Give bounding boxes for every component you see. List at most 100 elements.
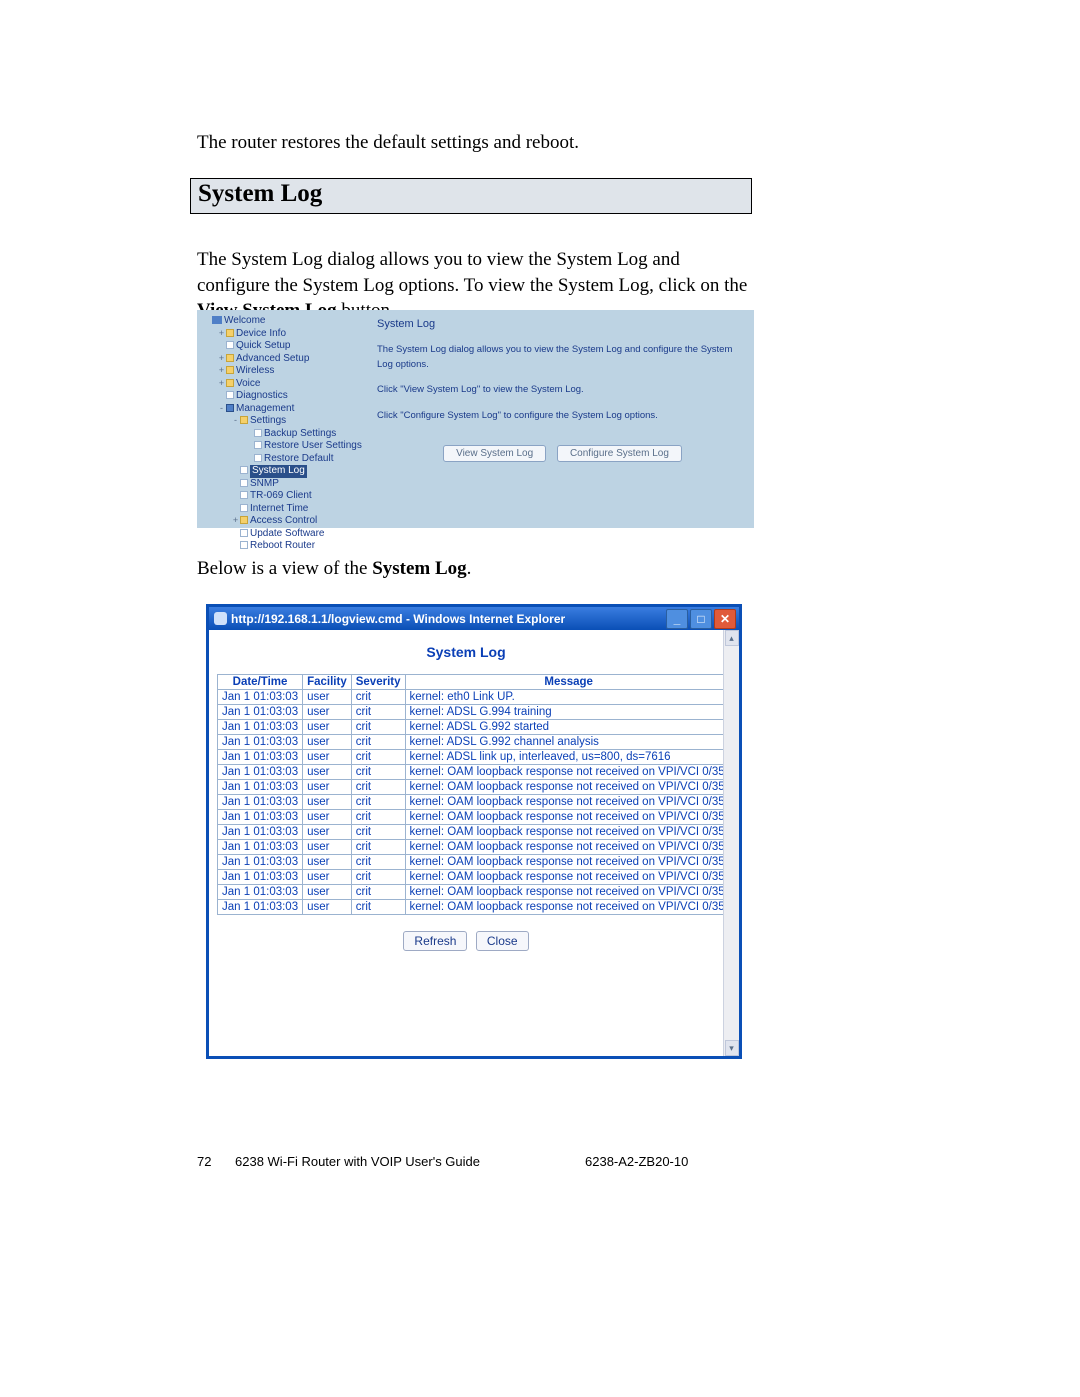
nav-label: Advanced Setup: [236, 353, 309, 364]
nav-item[interactable]: -Settings: [203, 415, 373, 428]
log-cell-sev: crit: [351, 885, 405, 900]
log-cell-fac: user: [303, 690, 352, 705]
log-cell-sev: crit: [351, 870, 405, 885]
nav-item[interactable]: +Wireless: [203, 365, 373, 378]
table-row: Jan 1 01:03:03usercritkernel: OAM loopba…: [218, 825, 724, 840]
expand-toggle[interactable]: -: [217, 403, 226, 414]
log-cell-dt: Jan 1 01:03:03: [218, 690, 303, 705]
nav-label: TR-069 Client: [250, 490, 312, 501]
configure-system-log-button[interactable]: Configure System Log: [557, 445, 682, 462]
log-cell-dt: Jan 1 01:03:03: [218, 810, 303, 825]
log-cell-sev: crit: [351, 735, 405, 750]
nav-item[interactable]: Reboot Router: [203, 540, 373, 553]
log-cell-dt: Jan 1 01:03:03: [218, 900, 303, 915]
panel-line1: The System Log dialog allows you to view…: [377, 342, 748, 372]
log-cell-msg: kernel: OAM loopback response not receiv…: [405, 900, 723, 915]
nav-item[interactable]: Update Software: [203, 528, 373, 541]
panel-line2: Click "View System Log" to view the Syst…: [377, 382, 748, 397]
nav-item[interactable]: Restore Default: [203, 453, 373, 466]
log-table: Date/TimeFacilitySeverityMessageJan 1 01…: [217, 674, 723, 915]
table-row: Jan 1 01:03:03usercritkernel: OAM loopba…: [218, 780, 724, 795]
para3-bold: System Log: [372, 558, 466, 579]
log-cell-fac: user: [303, 825, 352, 840]
nav-label: Device Info: [236, 328, 286, 339]
window-titlebar: http://192.168.1.1/logview.cmd - Windows…: [209, 607, 739, 630]
log-cell-msg: kernel: OAM loopback response not receiv…: [405, 810, 723, 825]
footer-title: 6238 Wi-Fi Router with VOIP User's Guide: [235, 1154, 480, 1169]
log-cell-fac: user: [303, 705, 352, 720]
scrollbar[interactable]: ▴ ▾: [723, 630, 739, 1056]
page-icon: [240, 466, 248, 474]
nav-item[interactable]: Quick Setup: [203, 340, 373, 353]
scroll-up-button[interactable]: ▴: [725, 630, 739, 646]
table-row: Jan 1 01:03:03usercritkernel: OAM loopba…: [218, 900, 724, 915]
close-button[interactable]: Close: [476, 931, 529, 951]
para3-suffix: .: [467, 558, 472, 579]
log-cell-dt: Jan 1 01:03:03: [218, 885, 303, 900]
view-system-log-button[interactable]: View System Log: [443, 445, 546, 462]
nav-label: Update Software: [250, 528, 325, 539]
log-cell-fac: user: [303, 795, 352, 810]
log-col-header: Severity: [351, 675, 405, 690]
para2-prefix: The System Log dialog allows you to view…: [197, 249, 747, 296]
router-admin-screenshot: Welcome+Device InfoQuick Setup+Advanced …: [197, 310, 754, 528]
nav-item[interactable]: + Advanced Setup: [203, 353, 373, 366]
log-cell-fac: user: [303, 870, 352, 885]
expand-toggle[interactable]: -: [231, 415, 240, 426]
log-cell-dt: Jan 1 01:03:03: [218, 720, 303, 735]
log-cell-msg: kernel: ADSL G.992 channel analysis: [405, 735, 723, 750]
expand-toggle[interactable]: +: [217, 328, 226, 339]
log-cell-msg: kernel: OAM loopback response not receiv…: [405, 765, 723, 780]
page-icon: [254, 454, 262, 462]
nav-item[interactable]: Welcome: [203, 315, 373, 328]
log-cell-fac: user: [303, 840, 352, 855]
log-cell-sev: crit: [351, 690, 405, 705]
nav-item[interactable]: Restore User Settings: [203, 440, 373, 453]
nav-item[interactable]: Backup Settings: [203, 428, 373, 441]
log-cell-sev: crit: [351, 705, 405, 720]
table-row: Jan 1 01:03:03usercritkernel: ADSL G.994…: [218, 705, 724, 720]
nav-item[interactable]: Diagnostics: [203, 390, 373, 403]
log-cell-sev: crit: [351, 765, 405, 780]
expand-toggle[interactable]: +: [231, 515, 240, 526]
nav-item[interactable]: +Voice: [203, 378, 373, 391]
nav-item[interactable]: -Management: [203, 403, 373, 416]
page-icon: [254, 441, 262, 449]
page-icon: [240, 529, 248, 537]
log-cell-fac: user: [303, 900, 352, 915]
minimize-button[interactable]: _: [666, 609, 688, 629]
expand-toggle[interactable]: +: [217, 378, 226, 389]
page-icon: [254, 429, 262, 437]
folder-icon: [226, 379, 234, 387]
log-cell-dt: Jan 1 01:03:03: [218, 870, 303, 885]
nav-item[interactable]: Internet Time: [203, 503, 373, 516]
log-cell-dt: Jan 1 01:03:03: [218, 840, 303, 855]
log-cell-sev: crit: [351, 840, 405, 855]
log-cell-sev: crit: [351, 855, 405, 870]
nav-item[interactable]: TR-069 Client: [203, 490, 373, 503]
window-body: System Log Date/TimeFacilitySeverityMess…: [209, 630, 723, 1056]
folder-sel-icon: [226, 404, 234, 412]
refresh-button[interactable]: Refresh: [403, 931, 467, 951]
nav-item[interactable]: +Access Control: [203, 515, 373, 528]
folder-icon: [226, 366, 234, 374]
nav-label: Backup Settings: [264, 428, 336, 439]
nav-item[interactable]: System Log: [203, 465, 373, 478]
nav-item[interactable]: SNMP: [203, 478, 373, 491]
maximize-button[interactable]: □: [690, 609, 712, 629]
log-cell-msg: kernel: ADSL G.994 training: [405, 705, 723, 720]
nav-label: SNMP: [250, 478, 279, 489]
expand-toggle[interactable]: +: [217, 365, 226, 376]
log-cell-dt: Jan 1 01:03:03: [218, 795, 303, 810]
nav-item[interactable]: + Device Info: [203, 328, 373, 341]
log-cell-dt: Jan 1 01:03:03: [218, 780, 303, 795]
table-row: Jan 1 01:03:03usercritkernel: OAM loopba…: [218, 795, 724, 810]
scroll-down-button[interactable]: ▾: [725, 1040, 739, 1056]
nav-label: Quick Setup: [236, 340, 290, 351]
nav-label: Reboot Router: [250, 540, 315, 551]
intro-paragraph: The router restores the default settings…: [197, 130, 757, 156]
table-row: Jan 1 01:03:03usercritkernel: OAM loopba…: [218, 870, 724, 885]
expand-toggle[interactable]: +: [217, 353, 226, 364]
window-close-button[interactable]: ✕: [714, 609, 736, 629]
page-number: 72: [197, 1154, 211, 1169]
